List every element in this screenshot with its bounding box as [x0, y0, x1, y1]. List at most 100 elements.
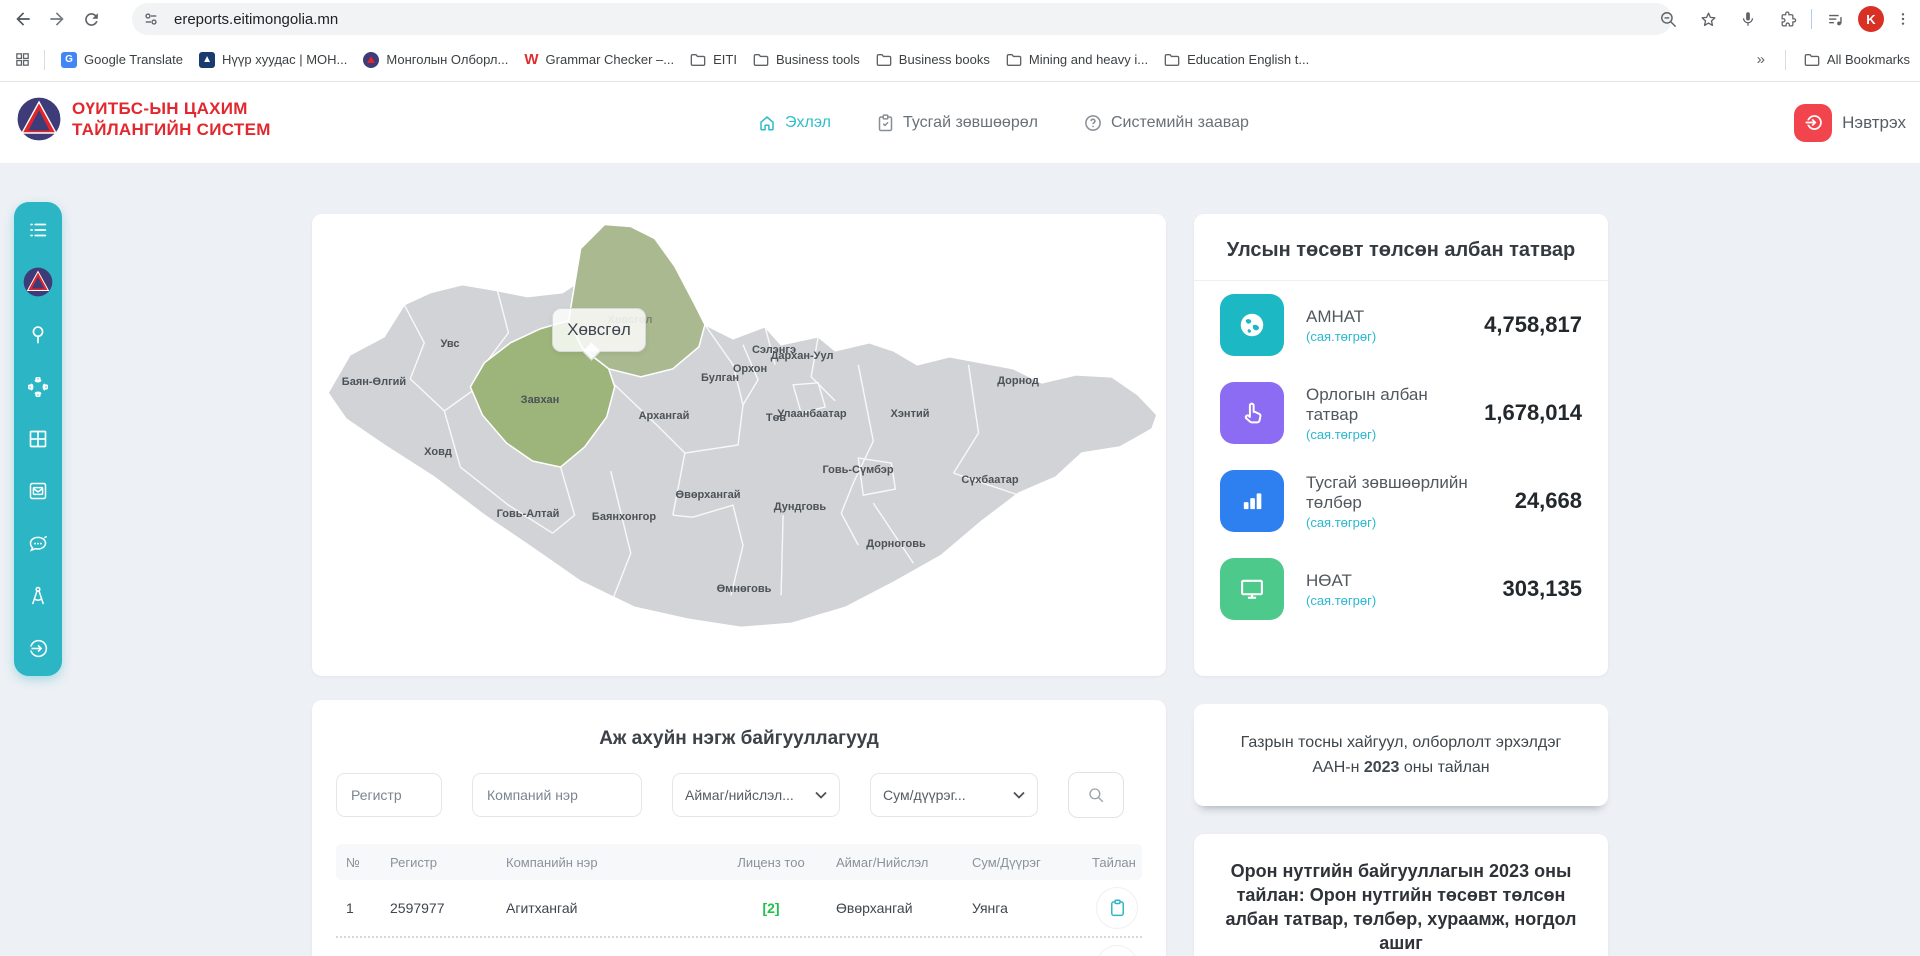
question-circle-icon [1084, 114, 1102, 132]
bookmark-star-button[interactable] [1691, 2, 1725, 36]
register-input[interactable] [336, 773, 442, 817]
search-icon [1087, 786, 1105, 804]
province-label: Улаанбаатар [777, 408, 846, 420]
stat-row-income-tax: Орлогын албан татвар (сая.төгрөг) 1,678,… [1194, 369, 1608, 457]
profile-avatar[interactable]: K [1858, 6, 1884, 32]
nav-home[interactable]: Эхлэл [758, 114, 831, 132]
table-row: 2 [1] [336, 938, 1142, 956]
company-name-input[interactable] [472, 773, 642, 817]
table-row: 1 2597977 Агитхангай [2] Өвөрхангай Уянг… [336, 880, 1142, 938]
sum-select[interactable]: Сум/дүүрэг... [870, 773, 1038, 817]
taxes-card-title: Улсын төсөвт төлсөн албан татвар [1194, 214, 1608, 281]
bookmark-folder-mining[interactable]: Mining and heavy i... [998, 48, 1156, 71]
province-label: Дорнод [997, 375, 1039, 387]
media-controls-button[interactable] [1818, 2, 1852, 36]
microphone-icon [1739, 10, 1757, 28]
province-label: Өвөрхангай [676, 489, 741, 501]
bookmark-folder-business-tools[interactable]: Business tools [745, 48, 868, 71]
extensions-button[interactable] [1771, 2, 1805, 36]
location-pin-icon[interactable] [23, 320, 53, 350]
local-report-card[interactable]: Орон нутгийн байгууллагын 2023 оны тайла… [1194, 834, 1608, 956]
stat-label: АМНАТ [1306, 307, 1376, 327]
province-label: Төв [766, 412, 786, 424]
sidebar-eiti-logo-icon[interactable] [23, 267, 53, 297]
report-button[interactable] [1096, 945, 1138, 956]
page-content: Увс Баян-Өлгий Ховд Завхан Говь-Алтай Ба… [0, 163, 1920, 956]
grid-icon[interactable] [23, 424, 53, 454]
clipboard-icon [877, 114, 894, 132]
nav-system-guide[interactable]: Системийн заавар [1084, 114, 1249, 132]
province-label: Архангай [639, 410, 690, 422]
companies-card: Аж ахуйн нэгж байгууллагууд Аймаг/нийслэ… [312, 700, 1166, 956]
province-label: Булган [701, 372, 739, 384]
monitor-icon [1220, 558, 1284, 620]
nav-special-permits[interactable]: Тусгай зөвшөөрөл [877, 114, 1038, 132]
bookmark-mongolyn-olborloh[interactable]: Монголын Олборл... [355, 48, 516, 72]
back-icon [13, 9, 33, 29]
hand-pointer-icon [1220, 382, 1284, 444]
province-label: Сэлэнгэ [752, 344, 796, 356]
province-label: Увс [440, 338, 459, 350]
stat-value: 1,678,014 [1484, 400, 1582, 426]
bookmark-folder-education[interactable]: Education English t... [1156, 48, 1317, 71]
province-label: Баян-Өлгий [342, 376, 406, 388]
stat-label: Тусгай зөвшөөрлийн төлбөр [1306, 473, 1515, 513]
browser-toolbar: ereports.eitimongolia.mn K [0, 0, 1920, 38]
login-button[interactable]: Нэвтрэх [1794, 82, 1906, 163]
site-header: ОҮИТБС-ЫН ЦАХИМ ТАЙЛАНГИЙН СИСТЕМ Эхлэл … [0, 82, 1920, 163]
mongolia-map-card: Увс Баян-Өлгий Ховд Завхан Говь-Алтай Ба… [312, 214, 1166, 676]
forward-button[interactable] [40, 2, 74, 36]
bookmark-nuur-huudas[interactable]: ▲ Нүүр хуудас | МОН... [191, 48, 355, 72]
bookmark-folder-eiti[interactable]: EITI [682, 48, 745, 71]
globe-icon [1220, 294, 1284, 356]
companies-table: № Регистр Компанийн нэр Лиценз тоо Аймаг… [336, 844, 1142, 956]
site-logo[interactable]: ОҮИТБС-ЫН ЦАХИМ ТАЙЛАНГИЙН СИСТЕМ [16, 96, 271, 142]
folder-icon [1804, 53, 1820, 67]
eiti-favicon-icon [363, 52, 379, 68]
address-bar[interactable]: ereports.eitimongolia.mn [132, 3, 1672, 35]
zoom-button[interactable] [1651, 2, 1685, 36]
reload-button[interactable] [74, 2, 108, 36]
mic-button[interactable] [1731, 2, 1765, 36]
w-letter-icon: W [524, 51, 538, 68]
chat-icon[interactable] [23, 529, 53, 559]
toolbar-separator [1811, 9, 1812, 29]
government-site-icon: ▲ [199, 52, 215, 68]
apps-grid-button[interactable] [8, 43, 36, 77]
report-clipboard-icon [1109, 899, 1126, 917]
bookmark-google-translate[interactable]: G Google Translate [53, 48, 191, 72]
mongolia-map[interactable]: Увс Баян-Өлгий Ховд Завхан Говь-Алтай Ба… [312, 214, 1166, 676]
bookmark-folder-business-books[interactable]: Business books [868, 48, 998, 71]
province-label: Орхон [733, 363, 767, 375]
apps-grid-icon [14, 51, 31, 68]
logout-icon[interactable] [23, 633, 53, 663]
mail-square-icon[interactable] [23, 476, 53, 506]
stat-value: 303,135 [1502, 576, 1582, 602]
search-button[interactable] [1068, 772, 1124, 818]
media-playlist-icon [1826, 10, 1845, 29]
browser-menu-button[interactable] [1890, 2, 1916, 36]
login-arrow-icon [1794, 104, 1832, 142]
aimag-select[interactable]: Аймаг/нийслэл... [672, 773, 840, 817]
chevron-down-icon [1013, 791, 1025, 799]
report-button[interactable] [1096, 887, 1138, 929]
stat-value: 4,758,817 [1484, 312, 1582, 338]
menu-list-icon[interactable] [23, 215, 53, 245]
oil-report-line2: ААН-н 2023 оны тайлан [1312, 759, 1489, 777]
bookmarks-separator [44, 50, 45, 70]
oil-report-card[interactable]: Газрын тосны хайгуул, олборлолт эрхэлдэг… [1194, 704, 1608, 806]
back-button[interactable] [6, 2, 40, 36]
process-nodes-icon[interactable] [23, 372, 53, 402]
province-label: Дорноговь [866, 538, 925, 550]
folder-icon [1164, 53, 1180, 67]
compass-icon[interactable] [23, 581, 53, 611]
site-settings-icon[interactable] [142, 10, 160, 28]
company-filters: Аймаг/нийслэл... Сум/дүүрэг... [336, 772, 1142, 818]
province-label: Сүхбаатар [961, 474, 1018, 486]
google-translate-icon: G [61, 52, 77, 68]
puzzle-icon [1779, 10, 1798, 29]
folder-icon [1006, 53, 1022, 67]
bookmark-grammar-checker[interactable]: W Grammar Checker –... [516, 47, 682, 72]
all-bookmarks-button[interactable]: All Bookmarks [1796, 48, 1918, 71]
bookmarks-overflow-button[interactable]: » [1747, 51, 1775, 68]
